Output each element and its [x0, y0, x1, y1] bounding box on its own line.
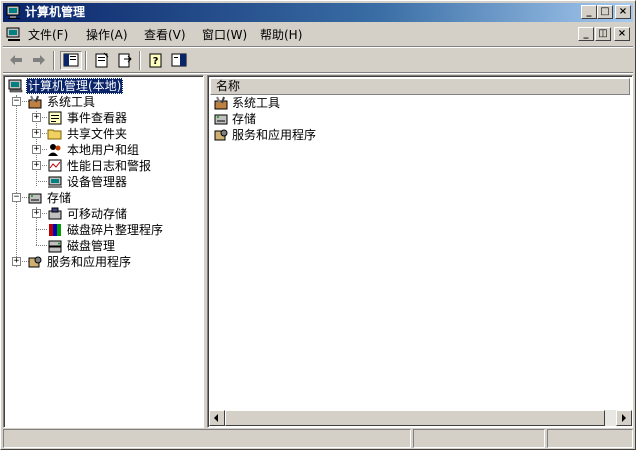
system-tools-icon: [27, 94, 43, 110]
expand-toggle[interactable]: +: [32, 209, 41, 218]
toolbar: ?: [3, 48, 633, 72]
status-bar-main: [3, 429, 411, 448]
users-icon: [47, 142, 63, 158]
mdi-restore-button[interactable]: ◫: [595, 27, 611, 41]
computer-icon: [8, 78, 24, 94]
maximize-icon: □: [600, 6, 610, 17]
folder-icon: [47, 126, 63, 142]
list-item-label: 存储: [232, 112, 257, 126]
forward-button[interactable]: [28, 51, 50, 70]
toolbar-separator: [53, 51, 55, 70]
show-hide-action-pane-icon: [168, 51, 190, 70]
disk-management-icon: [47, 238, 63, 254]
tree-label: 设备管理器: [67, 175, 128, 189]
computer-management-window: 计算机管理 _ □ × 文件(F) 操作(A) 查看(V) 窗口(W) 帮助(H…: [0, 0, 636, 450]
tree-label: 性能日志和警报: [67, 159, 152, 173]
maximize-button[interactable]: □: [597, 5, 613, 19]
system-tools-icon: [213, 95, 229, 111]
mdi-minimize-button[interactable]: _: [578, 27, 594, 41]
column-header-name[interactable]: 名称: [210, 78, 630, 95]
show-hide-tree-icon: [61, 52, 81, 69]
menu-action[interactable]: 操作(A): [86, 27, 128, 43]
toolbar-separator-line: [3, 72, 633, 74]
menu-view[interactable]: 查看(V): [144, 27, 186, 43]
back-button[interactable]: [5, 51, 27, 70]
tree-label: 本地用户和组: [67, 143, 140, 157]
expand-toggle[interactable]: +: [32, 145, 41, 154]
expand-toggle[interactable]: +: [32, 129, 41, 138]
system-menu-icon[interactable]: [6, 27, 22, 42]
storage-icon: [27, 190, 43, 206]
tree-label: 事件查看器: [67, 111, 128, 125]
tree-pane[interactable]: 计算机管理(本地) − 系统工具 + 事件查看器 + 共享文件夹 + 本地用户和…: [3, 75, 204, 428]
toolbar-separator: [85, 51, 87, 70]
minimize-button[interactable]: _: [581, 5, 597, 19]
menu-bar: 文件(F) 操作(A) 查看(V) 窗口(W) 帮助(H) _ ◫ ×: [3, 24, 633, 46]
help-button[interactable]: ?: [145, 51, 167, 70]
scroll-left-button[interactable]: [209, 410, 225, 426]
expand-toggle[interactable]: +: [32, 161, 41, 170]
menu-help[interactable]: 帮助(H): [260, 27, 302, 43]
list-pane[interactable]: 名称 系统工具 存储 服务和应用程序: [207, 75, 633, 428]
tree-label: 磁盘管理: [67, 239, 116, 253]
mdi-close-button[interactable]: ×: [614, 27, 630, 41]
menu-file[interactable]: 文件(F): [28, 27, 68, 43]
export-list-button[interactable]: [114, 51, 136, 70]
close-button[interactable]: ×: [615, 5, 631, 19]
storage-icon: [213, 111, 229, 127]
collapse-toggle[interactable]: −: [12, 97, 21, 106]
list-item-label: 服务和应用程序: [232, 128, 317, 142]
tree-label: 服务和应用程序: [47, 255, 132, 269]
tree-label: 系统工具: [47, 95, 96, 109]
expand-toggle[interactable]: +: [12, 257, 21, 266]
help-icon: ?: [145, 51, 167, 70]
collapse-toggle[interactable]: −: [12, 193, 21, 202]
performance-icon: [47, 158, 63, 174]
minimize-icon: _: [586, 6, 592, 17]
device-manager-icon: [47, 174, 63, 190]
list-item-label: 系统工具: [232, 96, 281, 110]
tree-label: 存储: [47, 191, 72, 205]
back-arrow-icon: [5, 51, 27, 70]
horizontal-scrollbar[interactable]: [209, 410, 632, 426]
status-bar-panel: [413, 429, 545, 448]
defrag-icon: [47, 222, 63, 238]
toolbar-separator: [139, 51, 141, 70]
column-header-label: 名称: [216, 79, 241, 93]
window-title: 计算机管理: [25, 5, 86, 19]
show-hide-action-pane-button[interactable]: [168, 51, 190, 70]
tree-label: 磁盘碎片整理程序: [67, 223, 164, 237]
properties-icon: [91, 51, 113, 70]
tree-label-root: 计算机管理(本地): [26, 78, 124, 94]
close-icon: ×: [618, 6, 628, 17]
forward-arrow-icon: [28, 51, 50, 70]
export-list-icon: [114, 51, 136, 70]
services-apps-icon: [27, 254, 43, 270]
removable-storage-icon: [47, 206, 63, 222]
tree-label: 可移动存储: [67, 207, 128, 221]
menu-window[interactable]: 窗口(W): [202, 27, 247, 43]
event-viewer-icon: [47, 110, 63, 126]
scroll-right-button[interactable]: [616, 410, 632, 426]
scroll-thumb[interactable]: [225, 410, 605, 426]
show-hide-tree-button[interactable]: [60, 51, 82, 70]
title-bar[interactable]: 计算机管理 _ □ ×: [3, 3, 633, 22]
properties-button[interactable]: [91, 51, 113, 70]
tree-label: 共享文件夹: [67, 127, 128, 141]
expand-toggle[interactable]: +: [32, 113, 41, 122]
status-bar-panel: [547, 429, 633, 448]
computer-management-icon: [6, 5, 22, 20]
services-apps-icon: [213, 127, 229, 143]
svg-text:?: ?: [153, 56, 159, 67]
